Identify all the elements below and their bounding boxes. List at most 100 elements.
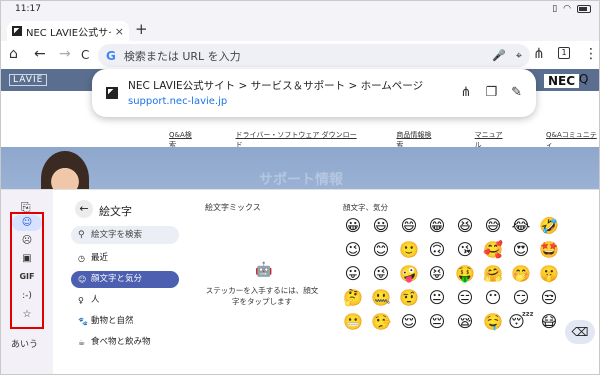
emoji-key[interactable]: 🙂 — [395, 238, 423, 262]
tab-title: NEC LAVIE公式サイ — [26, 27, 111, 39]
suggestion-url: support.nec-lavie.jp — [128, 96, 228, 107]
emoji-key[interactable]: 🤫 — [535, 262, 563, 286]
more-menu-icon[interactable]: ⋮ — [584, 46, 598, 62]
emoji-key[interactable]: 😐 — [423, 286, 451, 310]
new-tab-button[interactable]: + — [135, 20, 148, 38]
emoji-key[interactable]: 🤗 — [479, 262, 507, 286]
emoji-key[interactable]: 🤤 — [479, 310, 507, 334]
sticker-mode-icon[interactable]: ☹ — [12, 233, 42, 249]
nec-logo[interactable]: NEC — [544, 74, 580, 88]
emoji-key[interactable]: 😁 — [423, 214, 451, 238]
share-icon[interactable]: ⋔ — [533, 46, 545, 62]
emoji-mix-hint: ステッカーを入手するには、顔文字をタップします — [205, 286, 319, 306]
emoji-key[interactable]: 🤪 — [395, 262, 423, 286]
emoji-key[interactable]: 😷 — [535, 310, 563, 334]
mic-icon[interactable]: 🎤 — [492, 49, 506, 62]
emoji-key[interactable]: 😬 — [339, 310, 367, 334]
category-recent[interactable]: ◷ 最近 — [71, 250, 179, 267]
emoji-key[interactable]: 🤥 — [367, 310, 395, 334]
category-food-drink[interactable]: ☕ 食べ物と飲み物 — [71, 334, 179, 351]
emoji-key[interactable]: 😏 — [507, 286, 535, 310]
category-people[interactable]: ♀ 人 — [71, 292, 179, 309]
emoji-key[interactable]: 😛 — [339, 262, 367, 286]
tab-switcher-button[interactable]: 1 — [558, 47, 570, 59]
emoji-key[interactable]: 🤔 — [339, 286, 367, 310]
favorites-star-icon[interactable]: ☆ — [12, 307, 42, 323]
address-input[interactable]: 検索または URL を入力 — [124, 48, 482, 64]
emoji-key[interactable]: 😄 — [395, 214, 423, 238]
emoji-key[interactable]: 😶 — [479, 286, 507, 310]
battery-icon — [577, 5, 591, 13]
bitmoji-mode-icon[interactable]: ▣ — [12, 251, 42, 267]
emoji-key[interactable]: 😂 — [507, 214, 535, 238]
emoji-key[interactable]: 😘 — [451, 238, 479, 262]
backspace-icon[interactable]: ⌫ — [565, 320, 595, 344]
emoji-key[interactable]: 😌 — [395, 310, 423, 334]
reload-icon[interactable]: C — [81, 48, 89, 62]
emoji-key[interactable]: 🤐 — [367, 286, 395, 310]
emoji-key[interactable]: 😃 — [367, 214, 395, 238]
emoji-key[interactable]: 🙃 — [423, 238, 451, 262]
emoji-search-input[interactable]: ⚲ 絵文字を検索 — [71, 226, 179, 244]
edit-icon[interactable]: ✎ — [511, 85, 522, 100]
forward-icon[interactable]: → — [59, 46, 71, 62]
omnibox-suggestion[interactable]: NEC LAVIE公式サイト > サービス＆サポート > ホームページ supp… — [92, 69, 536, 117]
category-label: 食べ物と飲み物 — [91, 337, 151, 347]
emoji-key[interactable]: 🤑 — [451, 262, 479, 286]
share-icon[interactable]: ⋔ — [461, 85, 472, 100]
emoji-key[interactable]: 😒 — [535, 286, 563, 310]
emoji-key[interactable]: 🤨 — [395, 286, 423, 310]
lens-icon[interactable]: ⌖ — [516, 49, 522, 63]
emoji-key[interactable]: 😉 — [339, 238, 367, 262]
mode-selector-highlight: ☺ ☹ ▣ GIF :-) ☆ — [10, 212, 44, 329]
wifi-icon: ◠ — [563, 4, 571, 14]
clock: 11:17 — [15, 4, 41, 14]
smiley-icon: ☺ — [78, 275, 87, 284]
emoji-search-placeholder: 絵文字を検索 — [91, 230, 143, 240]
emoji-key[interactable]: 😑 — [451, 286, 479, 310]
back-icon[interactable]: ← — [34, 46, 46, 62]
emoji-grid: 😀 😃 😄 😁 😆 😅 😂 🤣 😉 😊 🙂 🙃 😘 🥰 😍 🤩 😛 😜 🤪 😝 🤑 🤗 🤭 🤫 🤔 🤐 🤨 😐 😑 😶 😏 😒 😬 🤥 😌 😔 😪 🤤 😴 😷 — [339, 214, 563, 334]
emoji-key[interactable]: 😀 — [339, 214, 367, 238]
emoji-key[interactable]: 😔 — [423, 310, 451, 334]
emoji-key[interactable]: 🥰 — [479, 238, 507, 262]
emoji-keyboard: ⎘ ☺ ☹ ▣ GIF :-) ☆ あいう ← 絵文字 ⚲ 絵文字を検索 ◷ 最… — [1, 189, 599, 374]
emoji-key[interactable]: 😪 — [451, 310, 479, 334]
emoji-key[interactable]: 😊 — [367, 238, 395, 262]
google-icon: G — [106, 48, 116, 63]
emoji-key[interactable]: 😝 — [423, 262, 451, 286]
category-label: 最近 — [91, 253, 109, 263]
site-search-icon[interactable]: Q — [579, 72, 588, 86]
kana-keyboard-button[interactable]: あいう — [11, 337, 38, 350]
back-arrow-icon[interactable]: ← — [75, 200, 93, 218]
status-bar: 11:17 ▯ ◠ — [1, 1, 599, 18]
status-icons: ▯ ◠ — [552, 4, 591, 14]
paw-icon: 🐾 — [78, 317, 88, 326]
suggestion-actions: ⋔ ❐ ✎ — [461, 85, 522, 100]
home-icon[interactable]: ⌂ — [9, 46, 18, 62]
emoji-key[interactable]: 😆 — [451, 214, 479, 238]
lavie-logo[interactable]: LAVIE — [9, 74, 48, 86]
emoji-key[interactable]: 😜 — [367, 262, 395, 286]
emoji-key[interactable]: 🤩 — [535, 238, 563, 262]
copy-icon[interactable]: ❐ — [485, 85, 497, 100]
emoji-key[interactable]: 😅 — [479, 214, 507, 238]
category-label: 人 — [91, 295, 100, 305]
address-bar[interactable]: G 検索または URL を入力 🎤 ⌖ — [98, 44, 530, 67]
gif-mode-button[interactable]: GIF — [12, 269, 42, 285]
category-animals-nature[interactable]: 🐾 動物と自然 — [71, 313, 179, 330]
tab-strip: NEC LAVIE公式サイ × + — [1, 18, 599, 41]
emoji-key[interactable]: 🤣 — [535, 214, 563, 238]
emoji-key[interactable]: 🤭 — [507, 262, 535, 286]
emoji-key[interactable]: 😍 — [507, 238, 535, 262]
emoji-mode-icon[interactable]: ☺ — [12, 215, 42, 231]
search-icon: ⚲ — [78, 230, 85, 240]
vibrate-icon: ▯ — [552, 4, 558, 14]
browser-tab[interactable]: NEC LAVIE公式サイ × — [7, 21, 129, 41]
emoji-key[interactable]: 😴 — [507, 310, 535, 334]
close-tab-icon[interactable]: × — [115, 25, 124, 38]
emoticon-mode-button[interactable]: :-) — [12, 288, 42, 304]
cup-icon: ☕ — [78, 338, 86, 347]
category-label: 顔文字と気分 — [91, 274, 143, 284]
category-smileys[interactable]: ☺ 顔文字と気分 — [71, 271, 179, 288]
